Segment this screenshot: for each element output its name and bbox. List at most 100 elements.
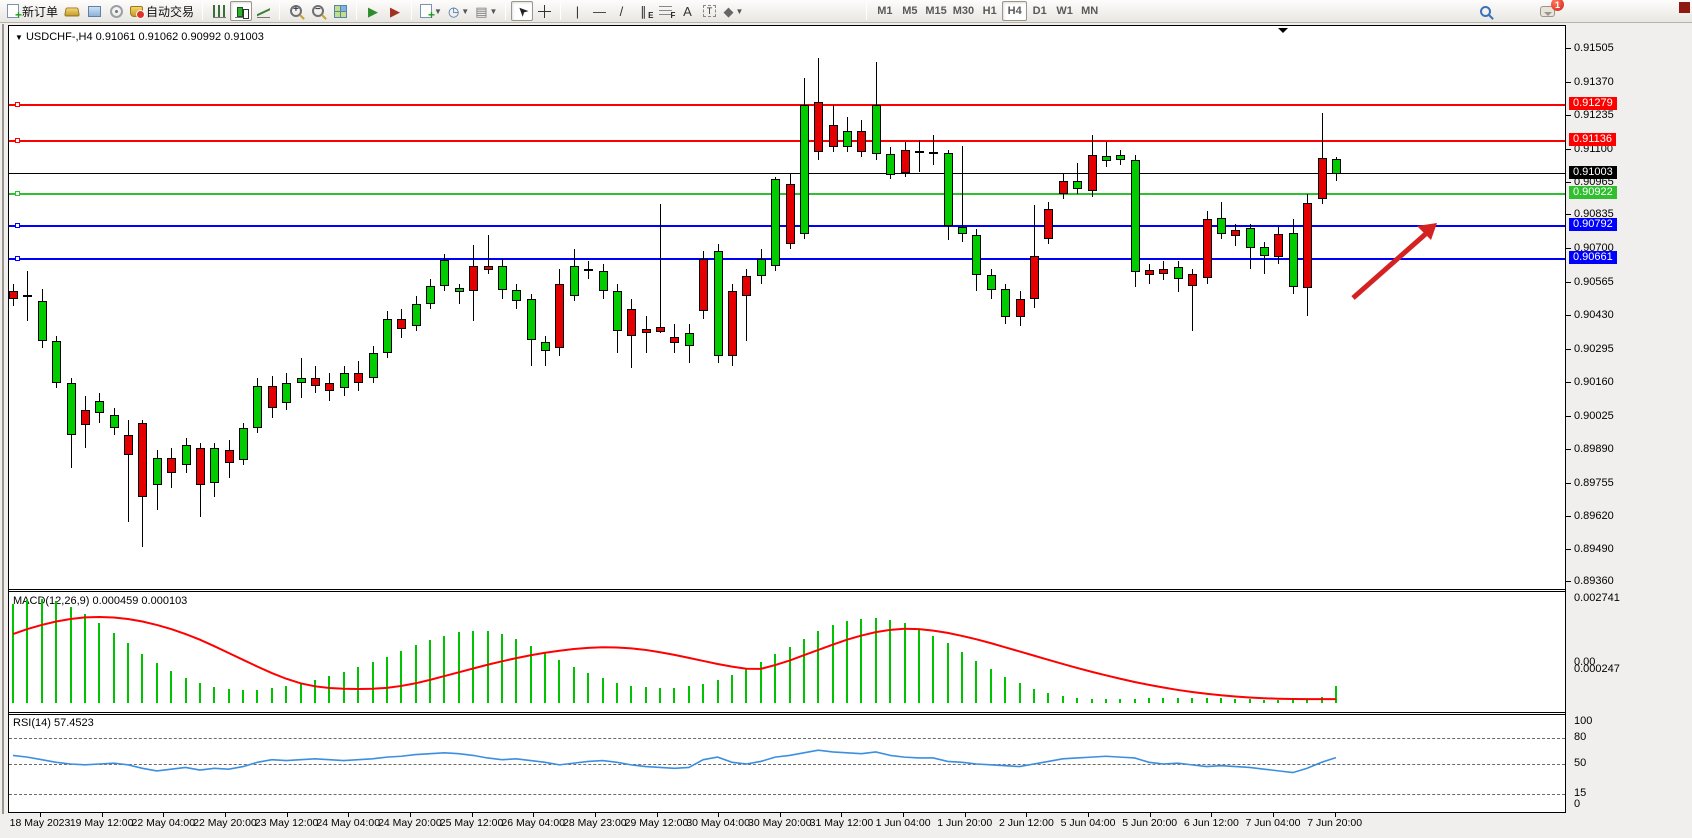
auto-scroll-icon: ▶ xyxy=(368,5,378,18)
screens-icon xyxy=(88,6,101,17)
fibonacci-tool[interactable]: F xyxy=(654,1,676,21)
time-label: 24 May 20:00 xyxy=(378,817,442,829)
horizontal-line-tool[interactable]: — xyxy=(588,1,610,21)
timeframe-group: M1M5M15M30H1H4D1W1MN xyxy=(872,0,1102,22)
price-tick-mark xyxy=(1566,349,1571,350)
chart-plot-area[interactable]: ▼ USDCHF-,H4 0.91061 0.91062 0.90992 0.9… xyxy=(8,25,1566,813)
new-order-button[interactable]: 新订单 xyxy=(4,1,61,21)
line-chart-icon xyxy=(257,5,270,18)
new-order-icon xyxy=(7,4,19,18)
cursor-icon: ➤ xyxy=(514,3,531,20)
timeframe-button-d1[interactable]: D1 xyxy=(1027,1,1052,21)
time-label: 7 Jun 20:00 xyxy=(1307,817,1362,829)
autotrade-label: 自动交易 xyxy=(146,3,194,20)
channel-tool[interactable]: ∥E xyxy=(632,1,654,21)
gold-trading-button[interactable] xyxy=(61,1,83,21)
chart-shift-button[interactable]: ▶ xyxy=(384,1,406,21)
time-label: 2 Jun 12:00 xyxy=(999,817,1054,829)
timeframe-button-h1[interactable]: H1 xyxy=(977,1,1002,21)
search-button[interactable] xyxy=(1474,1,1496,21)
time-label: 26 May 04:00 xyxy=(501,817,565,829)
time-label: 22 May 20:00 xyxy=(193,817,257,829)
cursor-tool-button[interactable]: ➤ xyxy=(511,1,533,21)
tile-windows-button[interactable] xyxy=(329,1,351,21)
new-order-label: 新订单 xyxy=(22,3,58,20)
time-label: 1 Jun 20:00 xyxy=(937,817,992,829)
price-level-label-0.90792: 0.90792 xyxy=(1569,218,1617,231)
price-tick-mark xyxy=(1566,549,1571,550)
timeframe-button-h4[interactable]: H4 xyxy=(1002,1,1027,21)
macd-signal-line xyxy=(9,592,1565,712)
time-label: 7 Jun 04:00 xyxy=(1246,817,1301,829)
time-label: 31 May 12:00 xyxy=(810,817,874,829)
template-icon: ▤ xyxy=(475,5,487,18)
toolbar-separator xyxy=(505,2,506,20)
macd-axis-max: 0.002741 xyxy=(1574,592,1620,604)
trendline-tool[interactable]: / xyxy=(610,1,632,21)
toolbar-separator xyxy=(202,2,203,20)
zoom-in-button[interactable]: + xyxy=(285,1,307,21)
periods-button[interactable]: ◷▼ xyxy=(445,1,472,21)
price-tick-label: 0.91235 xyxy=(1574,109,1614,121)
crosshair-tool-button[interactable] xyxy=(533,1,555,21)
window-corner-decoration xyxy=(1679,2,1690,13)
price-tick-mark xyxy=(1566,483,1571,484)
timeframe-button-m1[interactable]: M1 xyxy=(872,1,897,21)
price-tick-mark xyxy=(1566,416,1571,417)
auto-scroll-button[interactable]: ▶ xyxy=(362,1,384,21)
bar-chart-type-button[interactable] xyxy=(208,1,230,21)
price-tick-label: 0.89490 xyxy=(1574,543,1614,555)
time-label: 19 May 12:00 xyxy=(70,817,134,829)
candlestick-chart-type-button[interactable] xyxy=(230,1,252,21)
timeframe-button-m15[interactable]: M15 xyxy=(922,1,949,21)
rsi-panel[interactable]: RSI(14) 57.4523 xyxy=(9,715,1565,812)
zoom-in-icon: + xyxy=(290,5,302,17)
time-label: 6 Jun 12:00 xyxy=(1184,817,1239,829)
price-tick-label: 0.89755 xyxy=(1574,477,1614,489)
time-label: 18 May 2023 xyxy=(10,817,71,829)
vertical-line-tool[interactable]: | xyxy=(566,1,588,21)
price-axis[interactable]: 0.915050.913700.912350.911000.909650.908… xyxy=(1566,25,1692,813)
signals-button[interactable] xyxy=(105,1,127,21)
rsi-line xyxy=(9,715,1565,812)
price-tick-label: 0.90565 xyxy=(1574,276,1614,288)
price-tick-label: 0.90295 xyxy=(1574,343,1614,355)
price-tick-label: 0.91370 xyxy=(1574,76,1614,88)
time-label: 25 May 12:00 xyxy=(440,817,504,829)
time-label: 30 May 20:00 xyxy=(748,817,812,829)
price-level-label-0.91003: 0.91003 xyxy=(1569,166,1617,179)
indicators-button[interactable]: ▼ xyxy=(417,1,445,21)
zoom-out-button[interactable]: − xyxy=(307,1,329,21)
shapes-tool[interactable]: ◆▼ xyxy=(720,1,746,21)
trend-arrow-annotation[interactable] xyxy=(9,26,1565,589)
price-tick-mark xyxy=(1566,48,1571,49)
text-tool[interactable]: A xyxy=(676,1,698,21)
zoom-out-icon: − xyxy=(312,5,324,17)
main-price-panel[interactable] xyxy=(9,26,1565,589)
market-watch-button[interactable] xyxy=(83,1,105,21)
search-icon xyxy=(1480,6,1491,17)
gold-ingot-icon xyxy=(64,7,80,16)
price-tick-mark xyxy=(1566,382,1571,383)
line-chart-type-button[interactable] xyxy=(252,1,274,21)
tile-windows-icon xyxy=(334,5,347,18)
time-label: 30 May 04:00 xyxy=(686,817,750,829)
price-level-label-0.90661: 0.90661 xyxy=(1569,251,1617,264)
rsi-axis-50: 50 xyxy=(1574,757,1586,769)
timeframe-button-m5[interactable]: M5 xyxy=(897,1,922,21)
templates-button[interactable]: ▤▼ xyxy=(472,1,500,21)
text-label-tool[interactable]: T xyxy=(698,1,720,21)
chat-button[interactable]: 1 xyxy=(1536,1,1558,21)
macd-panel[interactable]: MACD(12,26,9) 0.000459 0.000103 xyxy=(9,592,1565,712)
time-axis[interactable]: 18 May 202319 May 12:0022 May 04:0022 Ma… xyxy=(8,813,1566,838)
toolbar-separator xyxy=(279,2,280,20)
rsi-axis-80: 80 xyxy=(1574,731,1586,743)
time-label: 24 May 04:00 xyxy=(316,817,380,829)
price-tick-label: 0.89890 xyxy=(1574,443,1614,455)
timeframe-button-w1[interactable]: W1 xyxy=(1052,1,1077,21)
time-label: 29 May 12:00 xyxy=(625,817,689,829)
time-label: 23 May 12:00 xyxy=(255,817,319,829)
timeframe-button-m30[interactable]: M30 xyxy=(950,1,977,21)
timeframe-button-mn[interactable]: MN xyxy=(1077,1,1102,21)
autotrade-button[interactable]: 自动交易 xyxy=(127,1,197,21)
